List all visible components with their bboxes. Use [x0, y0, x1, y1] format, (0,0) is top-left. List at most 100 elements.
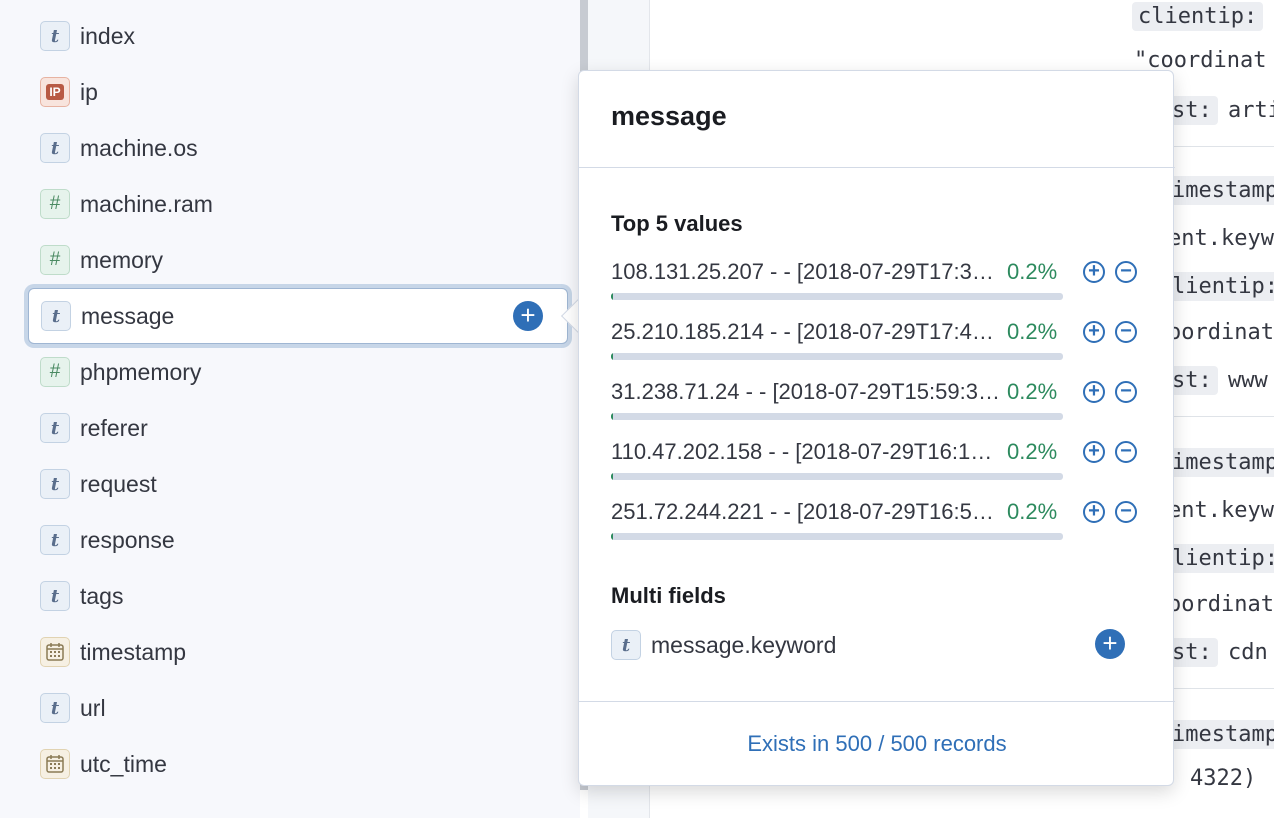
field-item-phpmemory[interactable]: # phpmemory	[28, 344, 568, 400]
filter-for-value-icon[interactable]: +	[1083, 261, 1105, 283]
filter-out-value-icon[interactable]: −	[1115, 441, 1137, 463]
filter-out-value-icon[interactable]: −	[1115, 501, 1137, 523]
field-name: machine.ram	[80, 190, 213, 217]
filter-for-value-icon[interactable]: +	[1083, 501, 1105, 523]
doc-snippet: www	[1228, 368, 1268, 393]
string-type-icon: t	[40, 581, 70, 611]
string-type-icon: t	[40, 413, 70, 443]
add-field-button[interactable]: +	[513, 301, 543, 331]
doc-snippet: ent.keyw	[1168, 498, 1274, 523]
string-type-icon: t	[41, 301, 71, 331]
string-type-icon: t	[611, 630, 641, 660]
top-value-progress-fill	[611, 293, 613, 300]
string-type-icon: t	[40, 469, 70, 499]
ip-type-icon: IP	[40, 77, 70, 107]
filter-for-value-icon[interactable]: +	[1083, 441, 1105, 463]
field-name: request	[80, 470, 157, 497]
field-name: referer	[80, 414, 148, 441]
field-name: index	[80, 22, 135, 49]
calendar-type-icon	[40, 749, 70, 779]
top-value-progress-bar	[611, 533, 1063, 540]
ip-type-label: IP	[46, 84, 64, 100]
string-type-icon: t	[40, 693, 70, 723]
divider	[579, 701, 1175, 702]
doc-snippet: cdn	[1228, 640, 1268, 665]
exists-in-records-link[interactable]: Exists in 500 / 500 records	[579, 731, 1175, 757]
field-name: url	[80, 694, 106, 721]
top-value-text: 251.72.244.221 - - [2018-07-29T16:54:10.…	[611, 499, 1001, 524]
doc-snippet: 4322)	[1190, 766, 1257, 791]
multi-fields-title: Multi fields	[611, 583, 726, 608]
field-item-utc-time[interactable]: utc_time	[28, 736, 568, 792]
top-value-progress-bar	[611, 413, 1063, 420]
top-value-percent: 0.2%	[1007, 379, 1058, 404]
top-value-progress-fill	[611, 473, 613, 480]
doc-snippet: imestamp	[1166, 176, 1274, 205]
plus-in-circle-icon[interactable]: +	[1095, 629, 1125, 659]
doc-snippet: ent.keyw	[1168, 226, 1274, 251]
field-item-response[interactable]: t response	[28, 512, 568, 568]
top-value-text: 31.238.71.24 - - [2018-07-29T15:59:39.40…	[611, 379, 1001, 404]
top-value-progress-bar	[611, 473, 1063, 480]
filter-out-value-icon[interactable]: −	[1115, 321, 1137, 343]
string-type-icon: t	[40, 21, 70, 51]
field-item-memory[interactable]: # memory	[28, 232, 568, 288]
field-name: ip	[80, 78, 98, 105]
field-item-referer[interactable]: t referer	[28, 400, 568, 456]
doc-snippet: oordinat	[1168, 592, 1274, 617]
top-value-percent: 0.2%	[1007, 439, 1058, 464]
filter-for-value-icon[interactable]: +	[1083, 381, 1105, 403]
string-type-icon: t	[40, 525, 70, 555]
field-item-message[interactable]: t message +	[28, 288, 568, 344]
field-item-machine-os[interactable]: t machine.os	[28, 120, 568, 176]
field-name: tags	[80, 582, 124, 609]
field-item-machine-ram[interactable]: # machine.ram	[28, 176, 568, 232]
top-value-progress-fill	[611, 353, 613, 360]
doc-snippet: imestamp	[1166, 720, 1274, 749]
top-value-percent: 0.2%	[1007, 259, 1058, 284]
field-name: memory	[80, 246, 164, 273]
top-value-progress-bar	[611, 293, 1063, 300]
field-list: t index IP ip t machine.os # machine.ram # memory…	[28, 8, 568, 792]
field-item-index[interactable]: t index	[28, 8, 568, 64]
top-value-text: 110.47.202.158 - - [2018-07-29T16:17:50.…	[611, 439, 1001, 464]
top-value-row: 108.131.25.207 - - [2018-07-29T17:39:59.…	[611, 259, 1151, 319]
field-name: timestamp	[80, 638, 187, 665]
field-name: utc_time	[80, 750, 167, 777]
field-name: response	[80, 526, 175, 553]
doc-snippet: oordinat	[1168, 320, 1274, 345]
divider	[579, 167, 1175, 168]
filter-for-value-icon[interactable]: +	[1083, 321, 1105, 343]
field-name: phpmemory	[80, 358, 202, 385]
multi-field-item: t message.keyword	[611, 629, 1131, 661]
field-item-url[interactable]: t url	[28, 680, 568, 736]
popover-title: message	[611, 101, 727, 131]
top-value-progress-fill	[611, 533, 613, 540]
number-type-icon: #	[40, 245, 70, 275]
field-item-tags[interactable]: t tags	[28, 568, 568, 624]
top-value-percent: 0.2%	[1007, 319, 1058, 344]
filter-out-value-icon[interactable]: −	[1115, 261, 1137, 283]
top-value-row: 31.238.71.24 - - [2018-07-29T15:59:39.40…	[611, 379, 1151, 439]
doc-snippet: arti	[1228, 98, 1274, 123]
doc-snippet: lientip:	[1166, 544, 1274, 573]
multi-field-name: message.keyword	[651, 631, 837, 658]
top-value-percent: 0.2%	[1007, 499, 1058, 524]
doc-snippet: imestamp	[1166, 448, 1274, 477]
top-value-progress-bar	[611, 353, 1063, 360]
top-value-progress-fill	[611, 413, 613, 420]
filter-out-value-icon[interactable]: −	[1115, 381, 1137, 403]
field-item-timestamp[interactable]: timestamp	[28, 624, 568, 680]
calendar-type-icon	[40, 637, 70, 667]
field-details-popover: message Top 5 values 108.131.25.207 - - …	[578, 70, 1175, 786]
number-type-icon: #	[40, 189, 70, 219]
top-value-text: 25.210.185.214 - - [2018-07-29T17:45:31.…	[611, 319, 1001, 344]
top-value-text: 108.131.25.207 - - [2018-07-29T17:39:59.…	[611, 259, 1001, 284]
field-item-ip[interactable]: IP ip	[28, 64, 568, 120]
top-value-row: 25.210.185.214 - - [2018-07-29T17:45:31.…	[611, 319, 1151, 379]
top-values-title: Top 5 values	[611, 211, 743, 236]
field-item-request[interactable]: t request	[28, 456, 568, 512]
field-name: message	[81, 302, 175, 329]
field-sidebar: t index IP ip t machine.os # machine.ram # memory…	[0, 0, 580, 818]
top-value-row: 251.72.244.221 - - [2018-07-29T16:54:1 0.…	[611, 499, 1151, 559]
